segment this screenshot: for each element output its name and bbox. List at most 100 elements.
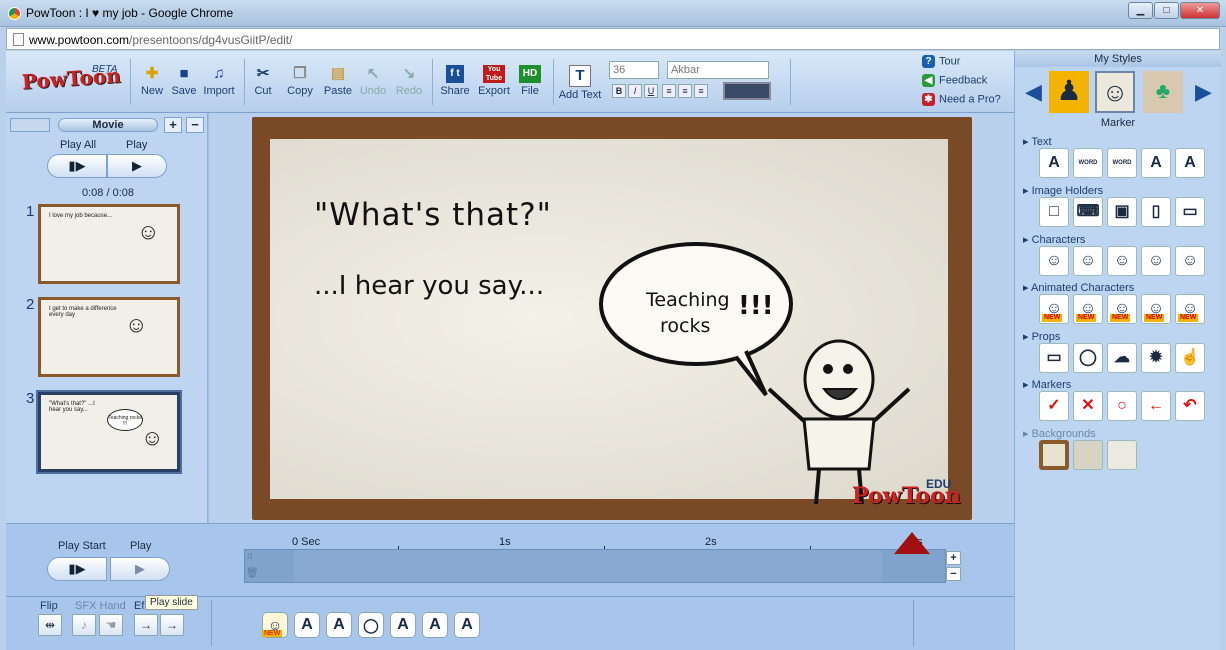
background-cell-crumpled[interactable] (1107, 440, 1137, 470)
tour-link[interactable]: ? Tour (922, 55, 960, 68)
new-button[interactable]: ✚ New (135, 65, 169, 105)
burst-prop-icon[interactable]: ✹ (1141, 343, 1171, 373)
align-right-button[interactable]: ≡ (694, 84, 708, 98)
category-props[interactable]: ▸ Props (1023, 330, 1060, 343)
timeline-text-item[interactable]: A (326, 612, 352, 638)
image-holder-cell[interactable]: ▭ (1175, 197, 1205, 227)
text-style-cell[interactable]: A (1175, 148, 1205, 178)
category-backgrounds[interactable]: ▸ Backgrounds (1023, 427, 1096, 440)
redo-button[interactable]: ↘ Redo (392, 65, 426, 105)
category-image-holders[interactable]: ▸ Image Holders (1023, 184, 1103, 197)
category-text[interactable]: ▸ Text (1023, 135, 1052, 148)
timeline-bubble-item[interactable]: ◯ (358, 612, 384, 638)
address-bar[interactable]: www.powtoon.com/presentoons/dg4vusGiitP/… (6, 28, 1220, 50)
x-mark-icon[interactable]: ✕ (1073, 391, 1103, 421)
banner-prop-icon[interactable]: ▭ (1039, 343, 1069, 373)
next-style-arrow[interactable]: ▶ (1195, 79, 1212, 105)
play-all-button[interactable]: ▮▶ (47, 154, 107, 178)
animated-character-cell[interactable]: ☺ (1039, 294, 1069, 324)
tv-icon[interactable]: ▣ (1107, 197, 1137, 227)
character-cell[interactable]: ☺ (1141, 246, 1171, 276)
speech-bubble-prop-icon[interactable]: ◯ (1073, 343, 1103, 373)
trash-icon[interactable]: 🗑 (246, 568, 260, 582)
category-animated-characters[interactable]: ▸ Animated Characters (1023, 281, 1134, 294)
character-cell[interactable]: ☺ (1175, 246, 1205, 276)
text-style-cell[interactable]: A (1039, 148, 1069, 178)
export-button[interactable]: You Tube Export (477, 65, 511, 105)
timeline-text-item[interactable]: A (294, 612, 320, 638)
stage-subtext[interactable]: ...I hear you say... (314, 271, 544, 301)
text-style-cell[interactable]: WORD (1073, 148, 1103, 178)
play-button[interactable]: ▶ (107, 154, 167, 178)
thought-bubble-prop-icon[interactable]: ☁ (1107, 343, 1137, 373)
curved-arrow-icon[interactable]: ↶ (1175, 391, 1205, 421)
text-color-picker[interactable] (723, 82, 771, 100)
character-cell[interactable]: ☺ (1039, 246, 1069, 276)
slide-thumbnail-3[interactable]: "What's that?" ...I hear you say... Teac… (38, 392, 180, 472)
cut-button[interactable]: ✂ Cut (246, 65, 280, 105)
save-button[interactable]: ■ Save (167, 65, 201, 105)
add-text-button[interactable]: T Add Text (558, 65, 602, 105)
zoom-out-button[interactable]: − (946, 567, 961, 581)
zoom-in-button[interactable]: + (946, 551, 961, 565)
timeline-text-item[interactable]: A (454, 612, 480, 638)
animated-character-cell[interactable]: ☺ (1107, 294, 1137, 324)
checkmark-icon[interactable]: ✓ (1039, 391, 1069, 421)
background-cell-wood[interactable] (1039, 440, 1069, 470)
copy-button[interactable]: ❐ Copy (283, 65, 317, 105)
file-button[interactable]: HD File (513, 65, 547, 105)
prev-style-arrow[interactable]: ◀ (1025, 79, 1042, 105)
close-button[interactable]: ✕ (1180, 2, 1220, 19)
cartoon-character[interactable] (764, 329, 914, 509)
minimize-button[interactable]: ▁ (1128, 2, 1153, 19)
style-thumb-marker[interactable]: ☺ (1095, 71, 1135, 113)
animated-character-cell[interactable]: ☺ (1175, 294, 1205, 324)
undo-button[interactable]: ↖ Undo (356, 65, 390, 105)
animated-character-cell[interactable]: ☺ (1141, 294, 1171, 324)
play-start-button[interactable]: ▮▶ (47, 557, 107, 581)
text-style-cell[interactable]: WORD (1107, 148, 1137, 178)
timeline-text-item[interactable]: A (422, 612, 448, 638)
category-characters[interactable]: ▸ Characters (1023, 233, 1085, 246)
image-holder-cell[interactable]: □ (1039, 197, 1069, 227)
stage-heading[interactable]: "What's that?" (314, 197, 552, 233)
character-cell[interactable]: ☺ (1073, 246, 1103, 276)
share-button[interactable]: f t Share (438, 65, 472, 105)
arrow-marker-icon[interactable]: ← (1141, 391, 1171, 421)
slide-thumbnail-2[interactable]: I get to make a difference every day ☺ (38, 297, 180, 377)
thumbs-up-prop-icon[interactable]: ☝ (1175, 343, 1205, 373)
align-center-button[interactable]: ≡ (678, 84, 692, 98)
view-toggle[interactable] (10, 118, 50, 132)
italic-button[interactable]: I (628, 84, 642, 98)
flip-button[interactable]: ⇹ (38, 614, 62, 636)
exit-effect-button[interactable]: → (160, 614, 184, 636)
enter-effect-button[interactable]: → (134, 614, 158, 636)
timeline-clip[interactable] (294, 550, 882, 582)
style-thumb-people[interactable]: ♣ (1143, 71, 1183, 113)
background-cell-paper[interactable] (1073, 440, 1103, 470)
sfx-button[interactable]: ♪ (72, 614, 96, 636)
category-markers[interactable]: ▸ Markers (1023, 378, 1071, 391)
animated-character-cell[interactable]: ☺ (1073, 294, 1103, 324)
movie-tab[interactable]: Movie (58, 118, 158, 132)
timeline-playhead[interactable] (894, 532, 930, 554)
hand-button[interactable]: ☚ (99, 614, 123, 636)
need-pro-link[interactable]: ✱ Need a Pro? (922, 93, 1001, 106)
play-slide-button[interactable]: ▶ (110, 557, 170, 581)
import-button[interactable]: ♫ Import (202, 65, 236, 105)
maximize-button[interactable]: □ (1154, 2, 1179, 19)
style-thumb-silhouette[interactable]: ♟ (1049, 71, 1089, 113)
character-cell[interactable]: ☺ (1107, 246, 1137, 276)
whiteboard-canvas[interactable]: "What's that?" ...I hear you say... Teac… (270, 139, 948, 505)
feedback-link[interactable]: ◀ Feedback (922, 74, 987, 87)
remove-slide-button[interactable]: − (186, 117, 204, 133)
align-left-button[interactable]: ≡ (662, 84, 676, 98)
underline-button[interactable]: U (644, 84, 658, 98)
paste-button[interactable]: ▤ Paste (321, 65, 355, 105)
add-slide-button[interactable]: + (164, 117, 182, 133)
text-style-cell[interactable]: A (1141, 148, 1171, 178)
bold-button[interactable]: B (612, 84, 626, 98)
slide-thumbnail-1[interactable]: I love my job because... ☺ (38, 204, 180, 284)
image-holder-cell[interactable]: ▯ (1141, 197, 1171, 227)
timeline-text-item[interactable]: A (390, 612, 416, 638)
